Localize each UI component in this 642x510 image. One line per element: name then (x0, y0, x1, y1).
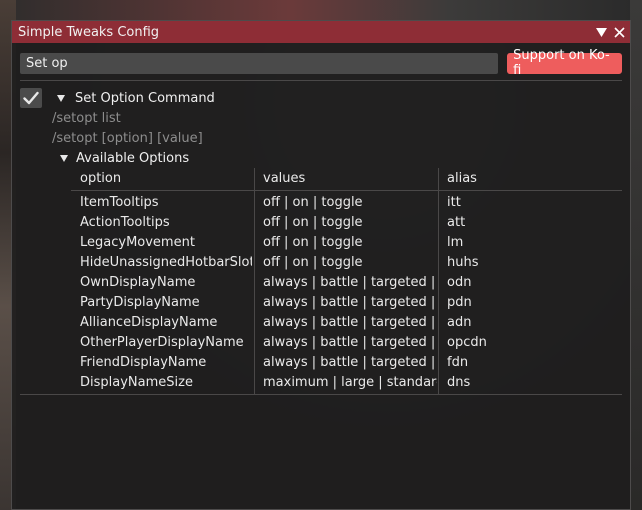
row-option: OwnDisplayName (80, 275, 196, 290)
window-titlebar[interactable]: Simple Tweaks Config (12, 21, 630, 43)
row-option: AllianceDisplayName (80, 315, 218, 330)
row-alias: odn (447, 275, 472, 290)
row-alias: dns (447, 375, 471, 390)
table-row: FriendDisplayName always | battle | targe… (71, 353, 622, 373)
row-values: off | on | toggle (263, 195, 363, 210)
table-row: ActionTooltips off | on | toggle att (71, 213, 622, 233)
table-row: ItemTooltips off | on | toggle itt (71, 193, 622, 213)
table-row: DisplayNameSize maximum | large | standar… (71, 373, 622, 393)
header-alias: alias (447, 171, 477, 186)
row-option: ItemTooltips (80, 195, 159, 210)
row-alias: adn (447, 315, 472, 330)
row-values: always | battle | targeted | ne (263, 275, 437, 290)
row-option: FriendDisplayName (80, 355, 207, 370)
search-input[interactable] (20, 52, 499, 74)
row-option: OtherPlayerDisplayName (80, 335, 244, 350)
table-row: HideUnassignedHotbarSlots off | on | togg… (71, 253, 622, 273)
row-values: off | on | toggle (263, 255, 363, 270)
row-option: LegacyMovement (80, 235, 195, 250)
tweak-header: Set Option Command (20, 87, 622, 109)
expand-tree-arrow-icon[interactable] (57, 94, 65, 102)
background-game-scene (0, 0, 642, 22)
tweak-name[interactable]: Set Option Command (75, 91, 215, 106)
available-options-header[interactable]: Available Options (60, 151, 189, 166)
command-usage-set: /setopt [option] [value] (52, 131, 203, 146)
close-icon[interactable] (612, 25, 626, 39)
row-alias: huhs (447, 255, 479, 270)
search-divider (20, 80, 622, 81)
row-values: off | on | toggle (263, 235, 363, 250)
search-row: Support on Ko-fi (20, 48, 622, 78)
row-alias: att (447, 215, 466, 230)
support-kofi-button[interactable]: Support on Ko-fi (507, 48, 622, 78)
window-title: Simple Tweaks Config (18, 24, 160, 40)
tweak-enabled-checkbox[interactable] (20, 88, 42, 108)
config-window: Simple Tweaks Config Support on Ko-fi Se… (11, 20, 631, 510)
table-row: PartyDisplayName always | battle | target… (71, 293, 622, 313)
row-option: DisplayNameSize (80, 375, 193, 390)
row-values: always | battle | targeted | ne (263, 315, 437, 330)
row-values: always | battle | targeted | ne (263, 335, 437, 350)
header-option: option (80, 171, 122, 186)
expand-options-arrow-icon[interactable] (60, 155, 68, 162)
row-alias: opcdn (447, 335, 487, 350)
command-usage-list: /setopt list (52, 111, 121, 126)
title-controls (594, 25, 626, 39)
collapse-triangle-icon[interactable] (594, 25, 608, 39)
checkmark-icon (23, 91, 39, 105)
row-option: HideUnassignedHotbarSlots (80, 255, 252, 270)
content-bottom-divider (20, 394, 622, 395)
row-values: always | battle | targeted | ne (263, 295, 437, 310)
table-row: OwnDisplayName always | battle | targeted… (71, 273, 622, 293)
row-values: maximum | large | standard (263, 375, 437, 390)
row-option: PartyDisplayName (80, 295, 200, 310)
row-alias: pdn (447, 295, 472, 310)
row-alias: fdn (447, 355, 469, 370)
available-options-label: Available Options (76, 151, 190, 166)
table-header-row: option values alias (71, 168, 622, 191)
row-values: always | battle | targeted | ne (263, 355, 437, 370)
table-row: OtherPlayerDisplayName always | battle | … (71, 333, 622, 353)
options-table: option values alias ItemTooltips off | on… (71, 168, 622, 395)
row-option: ActionTooltips (80, 215, 170, 230)
header-values: values (263, 171, 306, 186)
row-alias: lm (447, 235, 464, 250)
row-values: off | on | toggle (263, 215, 363, 230)
row-alias: itt (447, 195, 461, 210)
table-row: LegacyMovement off | on | toggle lm (71, 233, 622, 253)
background-game-scene-right (630, 0, 642, 510)
table-row: AllianceDisplayName always | battle | tar… (71, 313, 622, 333)
